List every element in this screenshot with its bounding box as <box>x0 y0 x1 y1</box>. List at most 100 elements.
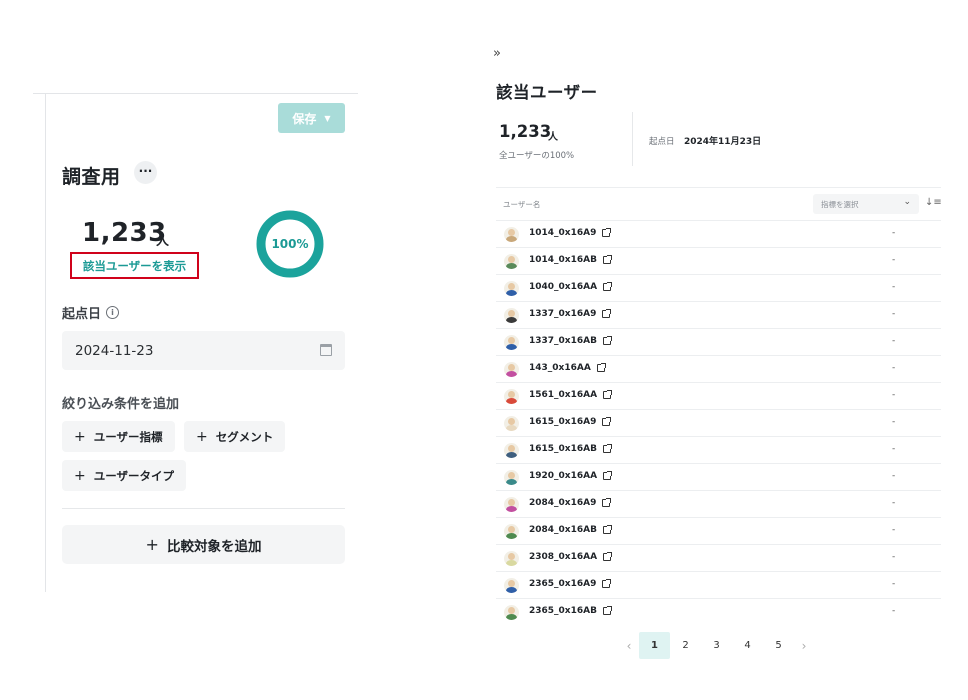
user-name-link[interactable]: 1615_0x16AB <box>529 444 612 454</box>
user-name-link[interactable]: 1014_0x16A9 <box>529 228 612 238</box>
table-row[interactable]: 1615_0x16AB - <box>496 436 941 463</box>
external-link-icon[interactable] <box>603 390 613 399</box>
page-button[interactable]: 2 <box>670 632 701 659</box>
start-date-label: 起点日 i <box>62 303 120 322</box>
table-row[interactable]: 2084_0x16A9 - <box>496 490 941 517</box>
add-user-type-button[interactable]: + ユーザータイプ <box>62 460 187 491</box>
external-link-icon[interactable] <box>603 282 613 291</box>
avatar-head <box>508 283 515 290</box>
avatar <box>504 605 519 620</box>
chevron-left-icon[interactable]: ‹ <box>619 632 639 659</box>
user-name: 1337_0x16AB <box>529 336 597 346</box>
table-row[interactable]: 1615_0x16A9 - <box>496 409 941 436</box>
user-name-link[interactable]: 1615_0x16A9 <box>529 417 612 427</box>
add-user-metric-label: ユーザー指標 <box>93 429 163 444</box>
user-name: 1014_0x16A9 <box>529 228 597 238</box>
save-button[interactable]: 保存 ▼ <box>278 103 345 133</box>
external-link-icon[interactable] <box>602 417 612 426</box>
table-row[interactable]: 2365_0x16AB - <box>496 598 941 625</box>
table-row[interactable]: 2084_0x16AB - <box>496 517 941 544</box>
metric-value: - <box>892 228 896 238</box>
user-name-link[interactable]: 1561_0x16AA <box>529 390 613 400</box>
external-link-icon[interactable] <box>602 309 612 318</box>
info-icon[interactable]: i <box>106 306 120 319</box>
table-row[interactable]: 1561_0x16AA - <box>496 382 941 409</box>
table-row[interactable]: 1014_0x16AB - <box>496 247 941 274</box>
avatar-body <box>506 371 517 377</box>
page-button[interactable]: 3 <box>701 632 732 659</box>
user-name-link[interactable]: 1337_0x16A9 <box>529 309 612 319</box>
metric-value: - <box>892 552 896 562</box>
external-link-icon[interactable] <box>603 471 613 480</box>
user-name-link[interactable]: 2365_0x16A9 <box>529 579 612 589</box>
user-name-link[interactable]: 2365_0x16AB <box>529 606 612 616</box>
table-row[interactable]: 1014_0x16A9 - <box>496 220 941 247</box>
chevron-right-icon[interactable]: › <box>794 632 814 659</box>
user-name-link[interactable]: 1014_0x16AB <box>529 255 612 265</box>
table-row[interactable]: 1337_0x16A9 - <box>496 301 941 328</box>
add-segment-label: セグメント <box>215 429 274 444</box>
metric-select[interactable]: 指標を選択 ⌄ <box>813 194 919 214</box>
table-row[interactable]: 1337_0x16AB - <box>496 328 941 355</box>
external-link-icon[interactable] <box>602 255 612 264</box>
table-row[interactable]: 1040_0x16AA - <box>496 274 941 301</box>
avatar-body <box>506 587 517 593</box>
user-name-link[interactable]: 2308_0x16AA <box>529 552 613 562</box>
summary-divider <box>632 112 633 166</box>
avatar <box>504 308 519 323</box>
avatar-head <box>508 310 515 317</box>
external-link-icon[interactable] <box>602 444 612 453</box>
avatar-head <box>508 526 515 533</box>
external-link-icon[interactable] <box>602 606 612 615</box>
page-button[interactable]: 4 <box>732 632 763 659</box>
table-row[interactable]: 143_0x16AA - <box>496 355 941 382</box>
user-name: 143_0x16AA <box>529 363 591 373</box>
external-link-icon[interactable] <box>602 525 612 534</box>
user-count-unit: 人 <box>156 234 170 249</box>
add-comparison-button[interactable]: + 比較対象を追加 <box>62 525 345 564</box>
more-options-button[interactable]: ··· <box>134 161 157 184</box>
table-row[interactable]: 2365_0x16A9 - <box>496 571 941 598</box>
add-user-metric-button[interactable]: + ユーザー指標 <box>62 421 175 452</box>
external-link-icon[interactable] <box>602 228 612 237</box>
avatar <box>504 254 519 269</box>
user-name: 2365_0x16A9 <box>529 579 597 589</box>
user-name-link[interactable]: 1920_0x16AA <box>529 471 613 481</box>
matching-users-title: 該当ユーザー <box>496 83 598 102</box>
external-link-icon[interactable] <box>602 579 612 588</box>
plus-icon: + <box>196 428 208 445</box>
avatar-head <box>508 580 515 587</box>
avatar-body <box>506 533 517 539</box>
user-name: 1040_0x16AA <box>529 282 598 292</box>
external-link-icon[interactable] <box>602 498 612 507</box>
user-name-link[interactable]: 143_0x16AA <box>529 363 606 373</box>
avatar-body <box>506 263 517 269</box>
user-name-link[interactable]: 1040_0x16AA <box>529 282 613 292</box>
external-link-icon[interactable] <box>596 363 606 372</box>
avatar-head <box>508 364 515 371</box>
user-table: 1014_0x16A9-1014_0x16AB -1040_0x16AA -1337… <box>496 220 941 625</box>
table-row[interactable]: 1920_0x16AA - <box>496 463 941 490</box>
show-matching-users-link[interactable]: 該当ユーザーを表示 <box>70 252 199 279</box>
avatar-body <box>506 560 517 566</box>
add-segment-button[interactable]: + セグメント <box>184 421 286 452</box>
calendar-icon[interactable] <box>320 344 332 356</box>
external-link-icon[interactable] <box>602 336 612 345</box>
page-button[interactable]: 1 <box>639 632 670 659</box>
avatar-head <box>508 445 515 452</box>
start-date-input[interactable]: 2024-11-23 <box>62 331 345 370</box>
start-date-display: 2024年11月23日 <box>684 137 762 147</box>
user-name-link[interactable]: 1337_0x16AB <box>529 336 612 346</box>
panel-side-divider <box>45 94 46 592</box>
external-link-icon[interactable] <box>603 552 613 561</box>
table-row[interactable]: 2308_0x16AA - <box>496 544 941 571</box>
expand-panel-icon[interactable]: » <box>493 46 501 61</box>
avatar-body <box>506 290 517 296</box>
page-button[interactable]: 5 <box>763 632 794 659</box>
sort-icon[interactable]: ↓≡ <box>925 197 942 208</box>
metric-value: - <box>892 498 896 508</box>
user-name-link[interactable]: 2084_0x16A9 <box>529 498 612 508</box>
user-name-link[interactable]: 2084_0x16AB <box>529 525 612 535</box>
avatar <box>504 497 519 512</box>
matching-user-count-unit: 人 <box>548 132 558 143</box>
